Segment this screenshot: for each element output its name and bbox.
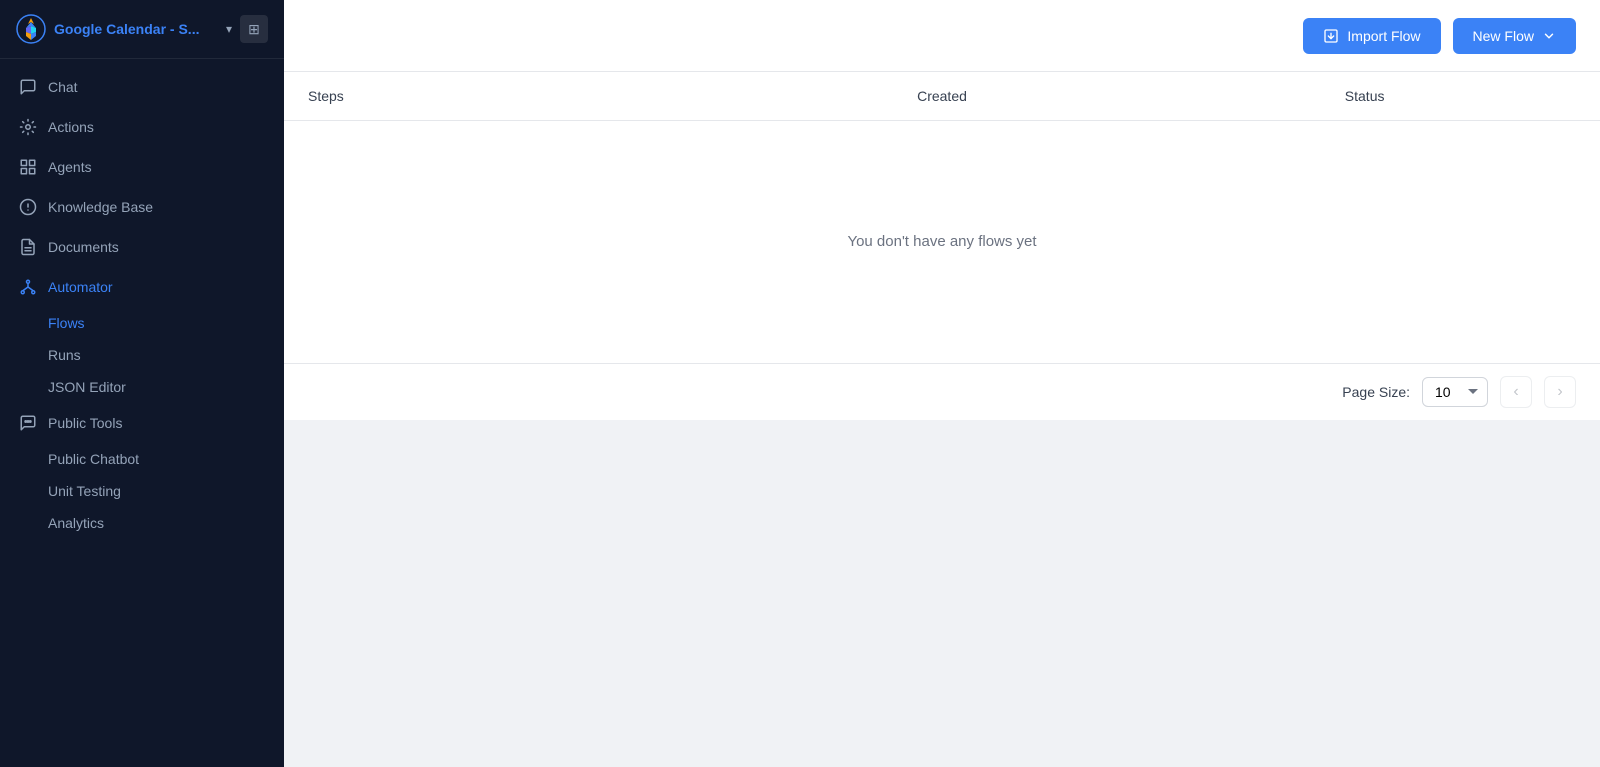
sidebar-sub-item-public-chatbot[interactable]: Public Chatbot <box>0 443 284 475</box>
main-content: Import Flow New Flow Steps Created Statu… <box>284 0 1600 767</box>
sidebar-item-public-tools[interactable]: Public Tools <box>0 403 284 443</box>
bottom-section <box>284 420 1600 767</box>
sidebar-item-chat[interactable]: Chat <box>0 67 284 107</box>
table-body: You don't have any flows yet <box>284 121 1600 363</box>
page-size-select[interactable]: 10 25 50 100 <box>1422 377 1488 407</box>
empty-state-message: You don't have any flows yet <box>847 233 1036 250</box>
page-size-label: Page Size: <box>1342 384 1410 400</box>
app-dropdown-icon[interactable]: ▾ <box>226 22 232 36</box>
new-flow-label: New Flow <box>1473 28 1534 44</box>
sidebar-item-label-actions: Actions <box>48 119 94 135</box>
import-icon <box>1323 28 1339 44</box>
pagination-prev-button[interactable]: ‹ <box>1500 376 1532 408</box>
app-title: Google Calendar - S... <box>54 21 218 37</box>
chat-icon <box>18 77 38 97</box>
sidebar-item-label-chat: Chat <box>48 79 78 95</box>
sidebar-collapse-button[interactable]: ⊞ <box>240 15 268 43</box>
sidebar-sub-label-json-editor: JSON Editor <box>48 379 126 395</box>
sidebar-item-label-agents: Agents <box>48 159 92 175</box>
pagination-next-button[interactable]: › <box>1544 376 1576 408</box>
sidebar-header: Google Calendar - S... ▾ ⊞ <box>0 0 284 59</box>
app-logo <box>16 14 46 44</box>
sidebar-item-knowledge-base[interactable]: Knowledge Base <box>0 187 284 227</box>
sidebar-sub-item-analytics[interactable]: Analytics <box>0 507 284 539</box>
new-flow-button[interactable]: New Flow <box>1453 18 1576 54</box>
sidebar-nav: Chat Actions Agents <box>0 59 284 547</box>
sidebar-sub-item-json-editor[interactable]: JSON Editor <box>0 371 284 403</box>
table-footer: Page Size: 10 25 50 100 ‹ › <box>284 363 1600 420</box>
sidebar-item-label-public-tools: Public Tools <box>48 415 122 431</box>
table-header: Steps Created Status <box>284 72 1600 121</box>
sidebar-sub-label-unit-testing: Unit Testing <box>48 483 121 499</box>
column-created: Created <box>731 88 1154 104</box>
sidebar: Google Calendar - S... ▾ ⊞ Chat Actions <box>0 0 284 767</box>
actions-icon <box>18 117 38 137</box>
import-flow-button[interactable]: Import Flow <box>1303 18 1440 54</box>
top-bar: Import Flow New Flow <box>284 0 1600 72</box>
agents-icon <box>18 157 38 177</box>
column-status: Status <box>1153 88 1576 104</box>
sidebar-item-automator[interactable]: Automator <box>0 267 284 307</box>
sidebar-sub-label-public-chatbot: Public Chatbot <box>48 451 139 467</box>
documents-icon <box>18 237 38 257</box>
sidebar-item-label-automator: Automator <box>48 279 113 295</box>
sidebar-item-label-knowledge-base: Knowledge Base <box>48 199 153 215</box>
sidebar-item-actions[interactable]: Actions <box>0 107 284 147</box>
automator-icon <box>18 277 38 297</box>
public-tools-icon <box>18 413 38 433</box>
sidebar-sub-item-flows[interactable]: Flows <box>0 307 284 339</box>
sidebar-sub-item-unit-testing[interactable]: Unit Testing <box>0 475 284 507</box>
sidebar-sub-label-flows: Flows <box>48 315 85 331</box>
sidebar-item-agents[interactable]: Agents <box>0 147 284 187</box>
sidebar-sub-item-runs[interactable]: Runs <box>0 339 284 371</box>
sidebar-sub-label-analytics: Analytics <box>48 515 104 531</box>
column-steps: Steps <box>308 88 731 104</box>
sidebar-sub-label-runs: Runs <box>48 347 81 363</box>
knowledge-base-icon <box>18 197 38 217</box>
new-flow-chevron-icon <box>1542 29 1556 43</box>
import-flow-label: Import Flow <box>1347 28 1420 44</box>
sidebar-item-documents[interactable]: Documents <box>0 227 284 267</box>
sidebar-item-label-documents: Documents <box>48 239 119 255</box>
flows-table: Steps Created Status You don't have any … <box>284 72 1600 420</box>
